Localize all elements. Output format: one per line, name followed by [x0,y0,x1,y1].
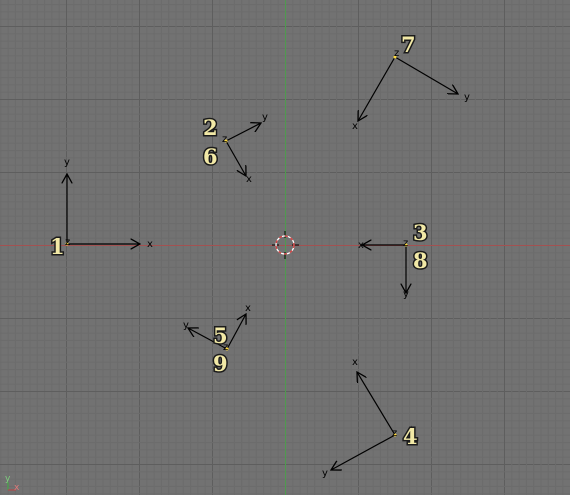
y-axis-letter: y [464,92,470,103]
z-axis-letter: z [65,237,70,248]
object-7[interactable]: y x z 7 [352,31,470,133]
z-axis-letter: z [222,134,227,145]
x-arrow-icon [225,140,246,176]
x-axis-letter: x [147,239,153,250]
y-axis-letter: y [262,112,268,123]
object-9-label[interactable]: 9 [212,350,230,378]
view-axis-gizmo: y x [5,474,20,493]
object-label: 1 [50,234,65,259]
z-axis-letter: z [392,428,397,439]
object-label: 5 [213,323,228,348]
x-axis-letter: x [246,174,252,185]
viewport-canvas: x y z 1 y x z 2 6 y x z 7 x y z 3 8 y x … [0,0,570,495]
object-6-label[interactable]: 6 [202,143,220,171]
x-arrow-icon [226,314,246,350]
x-arrow-icon [357,372,396,436]
x-arrow-icon [358,56,396,121]
y-axis-letter: y [403,289,409,300]
object-label: 7 [401,32,416,57]
y-axis-letter: y [183,320,189,331]
y-axis-letter: y [322,468,328,479]
y-axis-letter: y [64,157,70,168]
object-label: 3 [413,220,428,245]
x-axis-letter: x [245,303,251,314]
gizmo-y-letter: y [5,474,11,484]
object-label: 2 [203,115,218,140]
object-8-label[interactable]: 8 [412,247,430,275]
object-label: 4 [403,424,418,449]
x-axis-letter: x [352,357,358,368]
object-5[interactable]: y x z 5 [183,303,251,353]
3d-viewport[interactable]: x y z 1 y x z 2 6 y x z 7 x y z 3 8 y x … [0,0,570,495]
gizmo-x-letter: x [14,483,20,493]
x-axis-letter: x [352,121,358,132]
x-axis-letter: x [358,240,364,251]
z-axis-letter: z [394,48,399,59]
z-axis-letter: z [403,238,408,249]
y-arrow-icon [225,123,261,142]
